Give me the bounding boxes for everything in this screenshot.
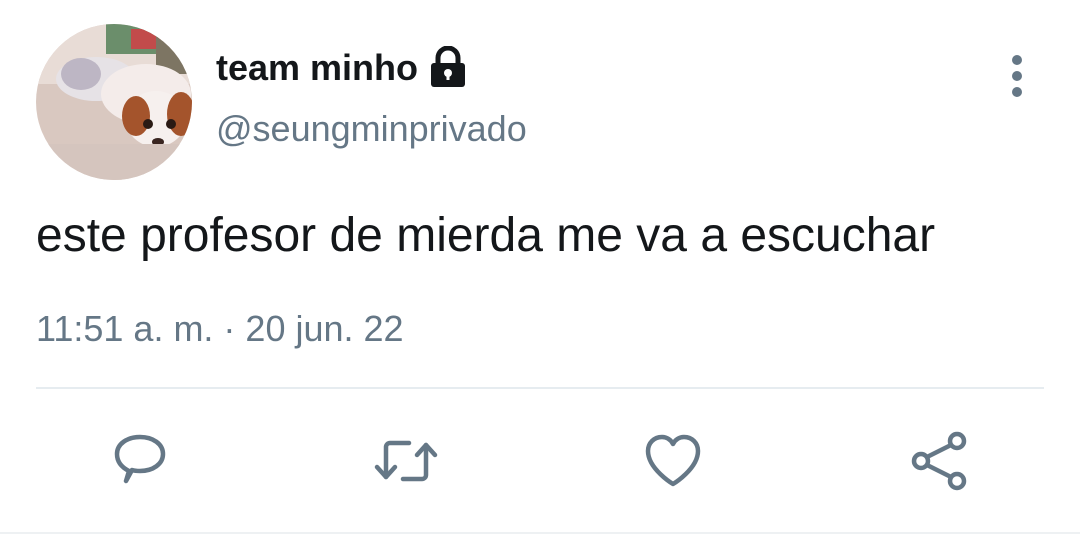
dog-photo	[36, 24, 192, 180]
lock-icon	[428, 45, 468, 90]
tweet-text: este profesor de mierda me va a escuchar	[36, 209, 936, 262]
retweet-icon	[374, 440, 438, 482]
user-handle[interactable]: @seungminprivado	[216, 108, 527, 150]
more-options-button[interactable]	[990, 50, 1044, 102]
share-button[interactable]	[906, 428, 972, 494]
like-icon	[645, 434, 701, 487]
display-name[interactable]: team minho	[216, 44, 468, 92]
display-name-text: team minho	[216, 47, 419, 88]
reply-icon	[114, 434, 166, 484]
avatar[interactable]	[36, 24, 192, 180]
reply-button[interactable]	[107, 428, 173, 494]
share-icon	[911, 431, 967, 491]
like-button[interactable]	[640, 428, 706, 494]
tweet-timestamp[interactable]: 11:51 a. m. · 20 jun. 22	[36, 305, 404, 353]
more-vertical-icon	[1012, 55, 1022, 97]
bottom-divider	[0, 532, 1080, 534]
divider	[36, 387, 1044, 389]
retweet-button[interactable]	[373, 428, 439, 494]
